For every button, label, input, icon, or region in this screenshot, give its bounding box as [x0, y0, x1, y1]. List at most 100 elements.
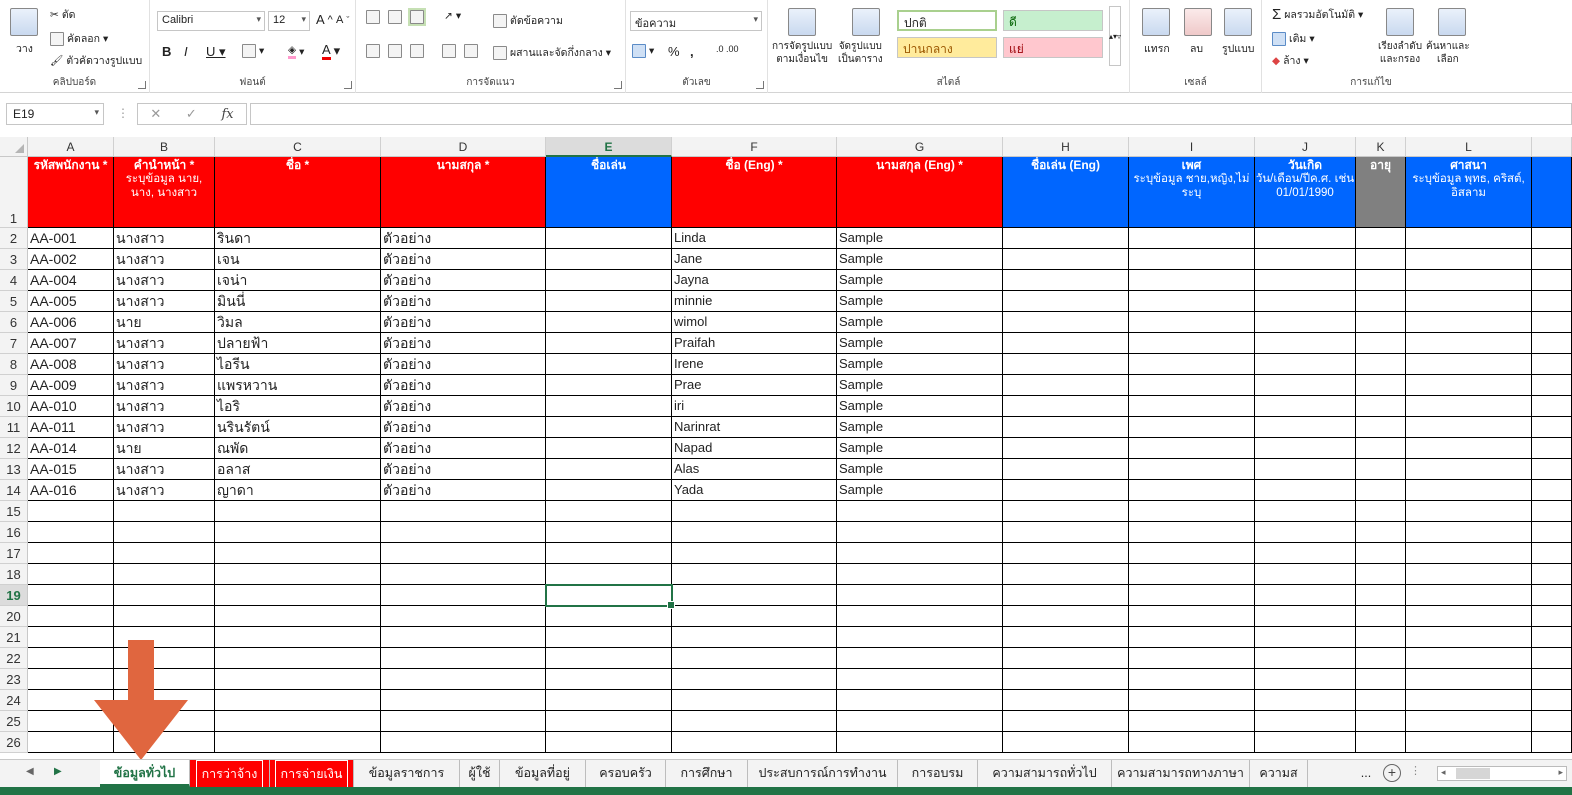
worksheet-grid[interactable]: A B C D E F G H I J K L 1 2 3 4 5 6 7 8 9 10 11 12 13 14 15 16 17 18 1…	[0, 137, 1572, 759]
cell[interactable]	[546, 480, 672, 501]
cell[interactable]	[1356, 438, 1406, 459]
row-header-8[interactable]: 8	[0, 354, 28, 375]
bold-button[interactable]: B	[162, 44, 171, 59]
column-header-f[interactable]: F	[672, 137, 837, 157]
cell[interactable]	[837, 564, 1003, 585]
cell[interactable]: Narinrat	[672, 417, 837, 438]
header-cell-i[interactable]: เพศ ระบุข้อมูล ชาย,หญิง,ไม่ระบุ	[1129, 157, 1255, 228]
cell[interactable]	[114, 501, 215, 522]
cell[interactable]	[381, 543, 546, 564]
fill-button[interactable]: เติม ▾	[1272, 30, 1315, 47]
decrease-indent-button[interactable]	[442, 44, 456, 58]
cell[interactable]: เจน	[215, 249, 381, 270]
cell[interactable]	[1532, 732, 1572, 753]
cell[interactable]	[1003, 417, 1129, 438]
row-header-17[interactable]: 17	[0, 543, 28, 564]
cell[interactable]: มินนี่	[215, 291, 381, 312]
row-header-11[interactable]: 11	[0, 417, 28, 438]
copy-button[interactable]: คัดลอก ▾	[50, 30, 108, 47]
cell[interactable]	[1356, 732, 1406, 753]
column-header-i[interactable]: I	[1129, 137, 1255, 157]
header-cell-e[interactable]: ชื่อเล่น	[546, 157, 672, 228]
cell[interactable]	[672, 732, 837, 753]
cell[interactable]	[1532, 690, 1572, 711]
cell[interactable]: รินดา	[215, 228, 381, 249]
cell[interactable]: นางสาว	[114, 333, 215, 354]
cell[interactable]: Sample	[837, 291, 1003, 312]
cell[interactable]	[1255, 711, 1356, 732]
cell[interactable]: นางสาว	[114, 480, 215, 501]
cell[interactable]: ตัวอย่าง	[381, 312, 546, 333]
tab-next-icon[interactable]: ▶	[54, 766, 62, 777]
delete-cells-icon[interactable]	[1184, 8, 1212, 36]
cell[interactable]: ปลายฟ้า	[215, 333, 381, 354]
cell[interactable]	[1003, 564, 1129, 585]
sheet-tab[interactable]: ความสามารถทางภาษา	[1112, 760, 1250, 787]
cell[interactable]: ญาดา	[215, 480, 381, 501]
cell[interactable]: AA-014	[28, 438, 114, 459]
conditional-formatting-button[interactable]: การจัดรูปแบบ ตามเงื่อนไข	[772, 40, 832, 66]
cell[interactable]	[546, 417, 672, 438]
cell[interactable]	[1406, 501, 1532, 522]
cell[interactable]	[215, 627, 381, 648]
header-cell-b[interactable]: คำนำหน้า * ระบุข้อมูล นาย, นาง, นางสาว	[114, 157, 215, 228]
row-header-2[interactable]: 2	[0, 228, 28, 249]
column-header-d[interactable]: D	[381, 137, 546, 157]
number-format-select[interactable]: ข้อความ	[630, 11, 762, 31]
cell[interactable]	[1532, 312, 1572, 333]
cell[interactable]: นรินรัตน์	[215, 417, 381, 438]
increase-decimal-button[interactable]: .0 .00	[716, 44, 739, 54]
cell[interactable]	[1129, 228, 1255, 249]
cell[interactable]	[28, 564, 114, 585]
cell[interactable]	[546, 522, 672, 543]
cell[interactable]	[837, 627, 1003, 648]
column-header-g[interactable]: G	[837, 137, 1003, 157]
row-header-19[interactable]: 19	[0, 585, 28, 606]
align-top-button[interactable]	[366, 10, 380, 24]
scroll-thumb[interactable]	[1456, 768, 1490, 779]
paste-icon[interactable]	[10, 8, 38, 36]
cell[interactable]: Sample	[837, 354, 1003, 375]
cell[interactable]	[1255, 522, 1356, 543]
cell[interactable]: นางสาว	[114, 417, 215, 438]
cell[interactable]	[837, 543, 1003, 564]
cell[interactable]	[1255, 249, 1356, 270]
cell[interactable]: Sample	[837, 270, 1003, 291]
cell[interactable]	[381, 522, 546, 543]
cell[interactable]	[546, 648, 672, 669]
cell[interactable]	[1356, 249, 1406, 270]
cell[interactable]	[1406, 732, 1532, 753]
cell[interactable]	[1129, 438, 1255, 459]
column-header-l[interactable]: L	[1406, 137, 1532, 157]
borders-button[interactable]: ▾	[242, 44, 264, 58]
cell[interactable]	[1129, 459, 1255, 480]
header-cell-k[interactable]: อายุ	[1356, 157, 1406, 228]
insert-function-icon[interactable]: fx	[221, 107, 233, 122]
cell[interactable]	[1255, 291, 1356, 312]
cell[interactable]: ตัวอย่าง	[381, 396, 546, 417]
cell[interactable]	[1129, 648, 1255, 669]
style-normal[interactable]: ปกติ	[897, 10, 997, 31]
cell[interactable]	[546, 249, 672, 270]
cell[interactable]	[1003, 396, 1129, 417]
cell[interactable]	[1406, 270, 1532, 291]
grow-font-button[interactable]: A ^	[316, 12, 333, 27]
cell[interactable]: นาย	[114, 438, 215, 459]
header-cell-overflow[interactable]	[1532, 157, 1572, 228]
cell[interactable]: Sample	[837, 417, 1003, 438]
cell[interactable]	[1129, 669, 1255, 690]
cell[interactable]	[1356, 354, 1406, 375]
cell[interactable]	[1532, 648, 1572, 669]
cell[interactable]	[1255, 585, 1356, 606]
cell[interactable]	[837, 669, 1003, 690]
horizontal-scrollbar[interactable]: ◂ ▸	[1437, 766, 1567, 781]
font-name-select[interactable]: Calibri	[157, 11, 265, 31]
cell[interactable]: นางสาว	[114, 270, 215, 291]
cell[interactable]	[1129, 585, 1255, 606]
cell[interactable]	[381, 732, 546, 753]
cell[interactable]: ตัวอย่าง	[381, 375, 546, 396]
cell[interactable]	[1356, 417, 1406, 438]
cell[interactable]	[114, 606, 215, 627]
align-bottom-button[interactable]	[408, 8, 426, 26]
insert-cells-icon[interactable]	[1142, 8, 1170, 36]
